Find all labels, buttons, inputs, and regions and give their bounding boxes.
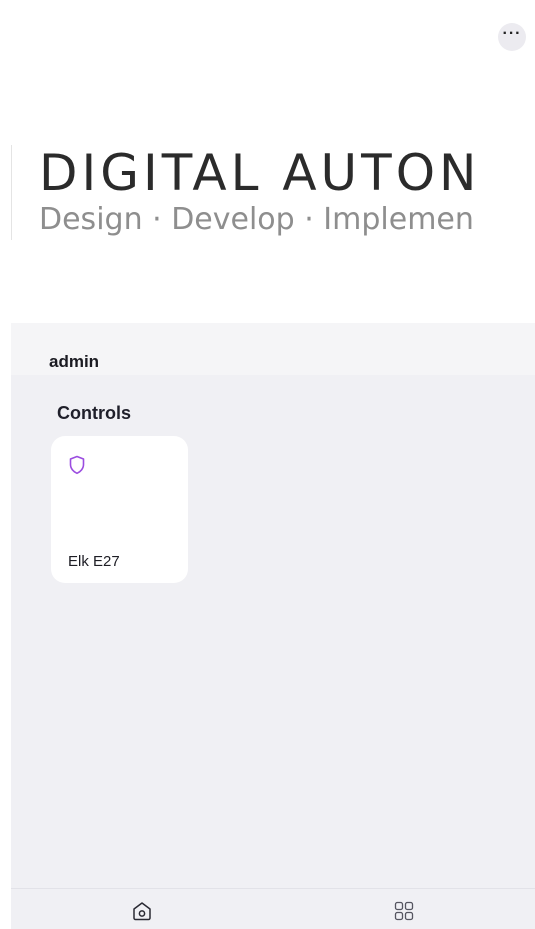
page: ··· DIGITAL AUTON Design · Develop · Imp… xyxy=(0,0,535,929)
username-label[interactable]: admin xyxy=(49,352,99,372)
more-options-button[interactable]: ··· xyxy=(498,23,526,51)
grid-icon[interactable] xyxy=(392,899,416,923)
app-panel: admin Controls Elk E27 xyxy=(11,323,535,929)
ellipsis-icon: ··· xyxy=(502,25,522,42)
control-card[interactable]: Elk E27 xyxy=(51,436,188,583)
logo-divider xyxy=(11,145,12,240)
home-icon[interactable] xyxy=(130,899,154,923)
section-title-controls: Controls xyxy=(57,403,131,423)
card-label: Elk E27 xyxy=(68,553,120,570)
company-logo: DIGITAL AUTON Design · Develop · Impleme… xyxy=(39,148,535,243)
bottom-nav xyxy=(11,888,535,929)
logo-tagline: Design · Develop · Implemen xyxy=(39,202,474,237)
logo-title: DIGITAL AUTON xyxy=(39,148,481,202)
shield-icon xyxy=(69,455,85,475)
top-bar: admin xyxy=(11,323,535,375)
